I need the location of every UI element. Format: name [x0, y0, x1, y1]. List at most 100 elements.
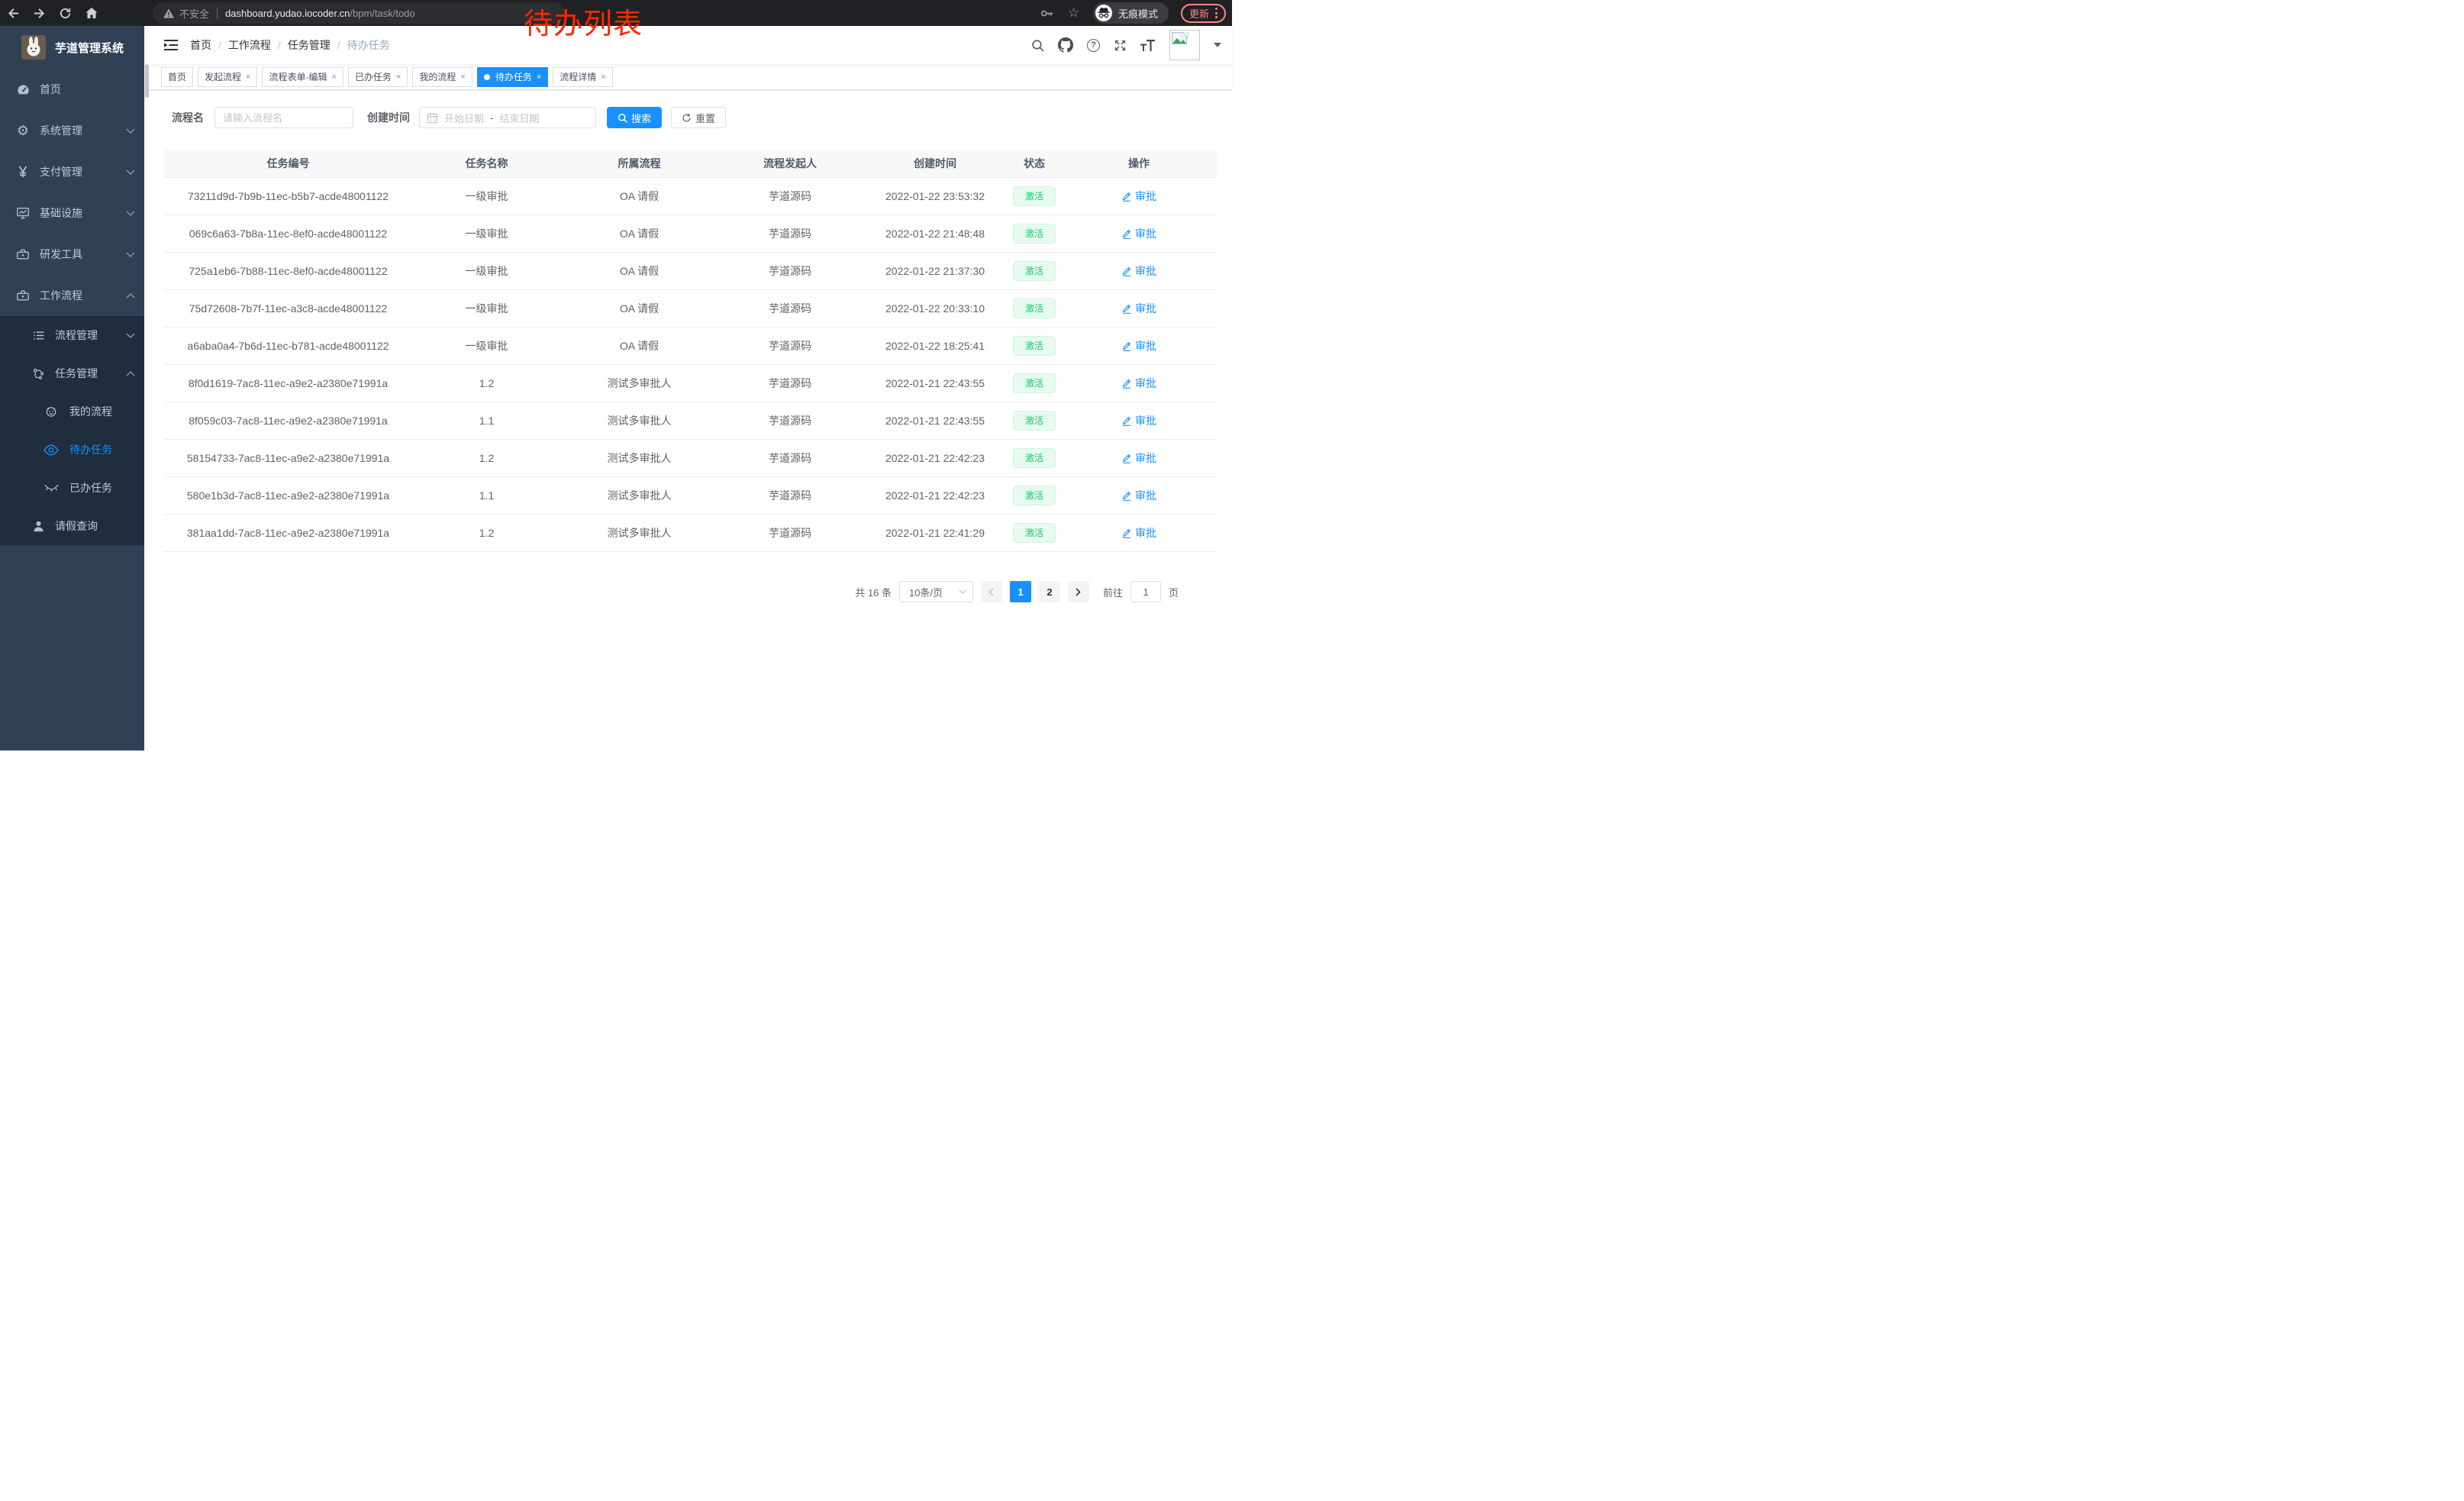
bookmark-star-icon[interactable]: ☆: [1066, 6, 1081, 21]
task-process: OA 请假: [561, 189, 718, 204]
sidebar-item-todo-tasks[interactable]: 待办任务: [0, 431, 149, 469]
approve-link[interactable]: 审批: [1121, 413, 1156, 428]
approve-link[interactable]: 审批: [1121, 301, 1156, 316]
approve-link[interactable]: 审批: [1121, 189, 1156, 204]
process-name-input[interactable]: [214, 107, 353, 128]
caret-down-icon[interactable]: [1214, 43, 1221, 47]
edit-pen-icon: [1121, 378, 1132, 389]
approve-link[interactable]: 审批: [1121, 338, 1156, 353]
breadcrumb-workflow[interactable]: 工作流程: [228, 37, 271, 53]
address-bar[interactable]: 不安全 dashboard.yudao.iocoder.cn/bpm/task/…: [153, 2, 565, 24]
approve-link[interactable]: 审批: [1121, 488, 1156, 503]
page-2-button[interactable]: 2: [1039, 581, 1060, 602]
breadcrumb-home[interactable]: 首页: [190, 37, 211, 53]
tab-start-process[interactable]: 发起流程×: [198, 67, 257, 87]
approve-link[interactable]: 审批: [1121, 226, 1156, 241]
sidebar-item-infrastructure[interactable]: 基础设施: [0, 192, 149, 234]
sidebar: 芋道管理系统 首页 ⚙ 系统管理 支付管理 基础设施 研发工具 工作流程 流程管…: [0, 26, 149, 750]
password-key-icon[interactable]: [1040, 6, 1054, 21]
eye-icon: [44, 444, 59, 456]
sidebar-item-home[interactable]: 首页: [0, 69, 149, 110]
task-created: 2022-01-21 22:43:55: [863, 415, 1008, 427]
tab-todo-tasks[interactable]: 待办任务×: [477, 67, 548, 87]
font-size-icon[interactable]: [1140, 39, 1156, 52]
table-row: 381aa1dd-7ac8-11ec-a9e2-a2380e71991a 1.2…: [164, 515, 1217, 552]
process-name-label: 流程名: [172, 110, 204, 125]
search-button[interactable]: 搜索: [607, 107, 662, 128]
fullscreen-icon[interactable]: [1114, 39, 1127, 52]
sidebar-scrollbar[interactable]: [144, 26, 149, 750]
approve-link[interactable]: 审批: [1121, 376, 1156, 391]
next-page-button[interactable]: [1068, 581, 1089, 602]
task-initiator: 芋道源码: [718, 301, 863, 316]
start-date-placeholder[interactable]: 开始日期: [444, 111, 484, 125]
approve-link[interactable]: 审批: [1121, 525, 1156, 541]
security-label[interactable]: 不安全: [179, 6, 209, 21]
sidebar-item-devtools[interactable]: 研发工具: [0, 234, 149, 275]
create-time-label: 创建时间: [367, 110, 410, 125]
sidebar-item-label: 基础设施: [40, 205, 126, 221]
goto-page-input[interactable]: [1130, 581, 1161, 602]
close-icon[interactable]: ×: [601, 73, 605, 82]
github-icon[interactable]: [1058, 37, 1073, 53]
approve-link[interactable]: 审批: [1121, 450, 1156, 466]
prev-page-button[interactable]: [981, 581, 1002, 602]
sidebar-collapse-icon[interactable]: [164, 39, 178, 51]
page-1-button[interactable]: 1: [1010, 581, 1031, 602]
task-initiator: 芋道源码: [718, 413, 863, 428]
back-icon[interactable]: [6, 6, 21, 21]
security-warning-icon: [163, 8, 174, 18]
task-id: 069c6a63-7b8a-11ec-8ef0-acde48001122: [164, 228, 412, 240]
sidebar-item-system[interactable]: ⚙ 系统管理: [0, 110, 149, 151]
update-button[interactable]: 更新: [1181, 4, 1226, 23]
tab-my-process[interactable]: 我的流程×: [412, 67, 472, 87]
top-navbar: 首页 / 工作流程 / 任务管理 / 待办任务 ?: [149, 26, 1232, 64]
app-logo-row[interactable]: 芋道管理系统: [0, 26, 149, 69]
close-icon[interactable]: ×: [331, 73, 336, 82]
browser-menu-icon[interactable]: [1215, 8, 1217, 18]
tab-process-form-edit[interactable]: 流程表单-编辑×: [262, 67, 343, 87]
task-name: 1.2: [412, 377, 561, 389]
end-date-placeholder[interactable]: 结束日期: [499, 111, 539, 125]
tab-home[interactable]: 首页: [161, 67, 193, 87]
sidebar-item-process-mgmt[interactable]: 流程管理: [0, 316, 149, 354]
scrollbar-thumb[interactable]: [145, 64, 149, 98]
yen-icon: [15, 165, 31, 179]
close-icon[interactable]: ×: [396, 73, 401, 82]
sidebar-item-task-mgmt[interactable]: 任务管理: [0, 354, 149, 392]
approve-label: 审批: [1135, 226, 1156, 241]
avatar[interactable]: [1169, 30, 1200, 60]
chevron-up-icon: [126, 293, 135, 299]
page-size-select[interactable]: 10条/页: [899, 581, 973, 602]
sidebar-item-done-tasks[interactable]: 已办任务: [0, 469, 149, 507]
date-range-picker[interactable]: 开始日期 - 结束日期: [419, 107, 596, 128]
task-id: 8f0d1619-7ac8-11ec-a9e2-a2380e71991a: [164, 377, 412, 389]
sidebar-item-workflow[interactable]: 工作流程: [0, 275, 149, 316]
search-icon[interactable]: [1031, 39, 1044, 52]
sidebar-item-my-process[interactable]: 我的流程: [0, 392, 149, 431]
breadcrumb-task-mgmt[interactable]: 任务管理: [288, 37, 331, 53]
close-icon[interactable]: ×: [460, 73, 465, 82]
task-created: 2022-01-22 21:48:48: [863, 228, 1008, 240]
sidebar-item-payment[interactable]: 支付管理: [0, 151, 149, 192]
close-icon[interactable]: ×: [537, 73, 541, 82]
chevron-down-icon: [126, 333, 135, 338]
status-badge: 激活: [1013, 261, 1056, 281]
help-icon[interactable]: ?: [1087, 39, 1100, 52]
reload-icon[interactable]: [58, 6, 73, 21]
home-icon[interactable]: [84, 6, 98, 21]
sidebar-item-leave-query[interactable]: 请假查询: [0, 507, 149, 545]
table-row: 8f059c03-7ac8-11ec-a9e2-a2380e71991a 1.1…: [164, 402, 1217, 440]
url-path: /bpm/task/todo: [350, 8, 414, 19]
tab-label: 首页: [168, 70, 186, 83]
sidebar-item-label: 我的流程: [69, 404, 135, 419]
tab-process-detail[interactable]: 流程详情×: [553, 67, 612, 87]
close-icon[interactable]: ×: [246, 73, 250, 82]
task-initiator: 芋道源码: [718, 450, 863, 466]
approve-link[interactable]: 审批: [1121, 263, 1156, 279]
forward-icon[interactable]: [32, 6, 47, 21]
tab-done-tasks[interactable]: 已办任务×: [348, 67, 408, 87]
sidebar-item-label: 请假查询: [55, 518, 135, 534]
reset-button[interactable]: 重置: [671, 107, 726, 128]
approve-label: 审批: [1135, 525, 1156, 541]
